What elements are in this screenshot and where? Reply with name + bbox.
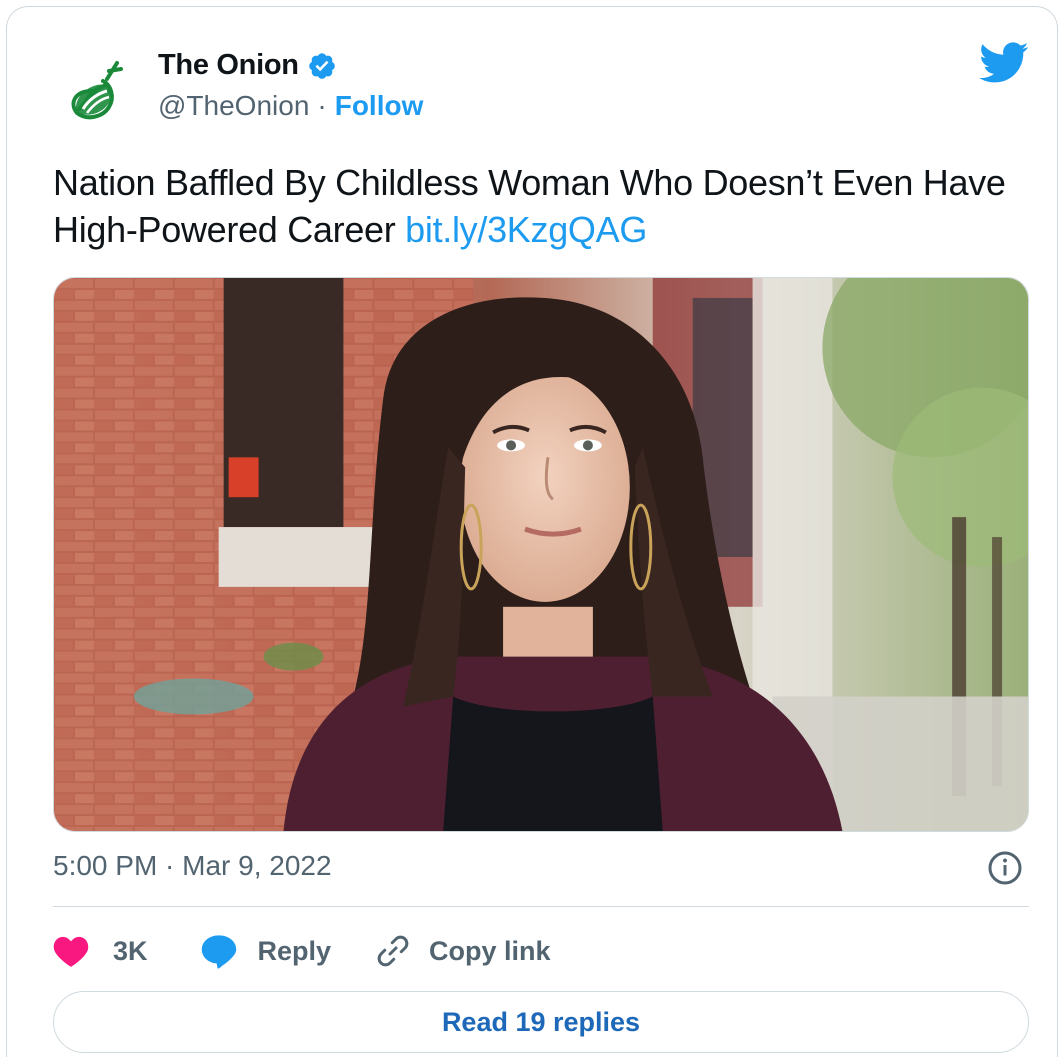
author-handle-row: @TheOnion · Follow <box>158 90 423 122</box>
author-handle[interactable]: @TheOnion <box>158 90 309 122</box>
avatar[interactable] <box>57 51 131 125</box>
separator-dot: · <box>317 90 327 121</box>
tweet-actions: 3K Reply Copy link <box>53 925 551 977</box>
tweet-timestamp[interactable]: 5:00 PM · Mar 9, 2022 <box>53 850 332 882</box>
like-button[interactable]: 3K <box>53 934 148 968</box>
author-name[interactable]: The Onion <box>158 49 299 82</box>
divider <box>53 906 1029 907</box>
tweet-photo[interactable] <box>53 277 1029 832</box>
read-replies-button[interactable]: Read 19 replies <box>53 991 1029 1053</box>
onion-logo-icon <box>57 51 131 125</box>
heart-icon <box>53 936 89 967</box>
verified-badge-icon <box>308 52 335 79</box>
copy-link-button[interactable]: Copy link <box>375 933 551 969</box>
copy-link-label: Copy link <box>429 935 551 966</box>
reply-label: Reply <box>257 935 332 966</box>
photo-illustration <box>54 278 1028 831</box>
tweet-card: The Onion @TheOnion · Follow Nation Baff… <box>6 6 1058 1057</box>
like-count: 3K <box>113 935 148 966</box>
tweet-text: Nation Baffled By Childless Woman Who Do… <box>53 159 1043 253</box>
reply-button[interactable]: Reply <box>200 933 332 969</box>
follow-button[interactable]: Follow <box>335 90 424 122</box>
reply-bubble-icon <box>201 935 236 969</box>
tweet-link[interactable]: bit.ly/3KzgQAG <box>405 209 647 250</box>
twitter-bird-icon[interactable] <box>979 42 1029 84</box>
link-icon <box>377 935 409 967</box>
info-icon[interactable] <box>987 850 1023 886</box>
author-name-row: The Onion <box>158 49 337 82</box>
